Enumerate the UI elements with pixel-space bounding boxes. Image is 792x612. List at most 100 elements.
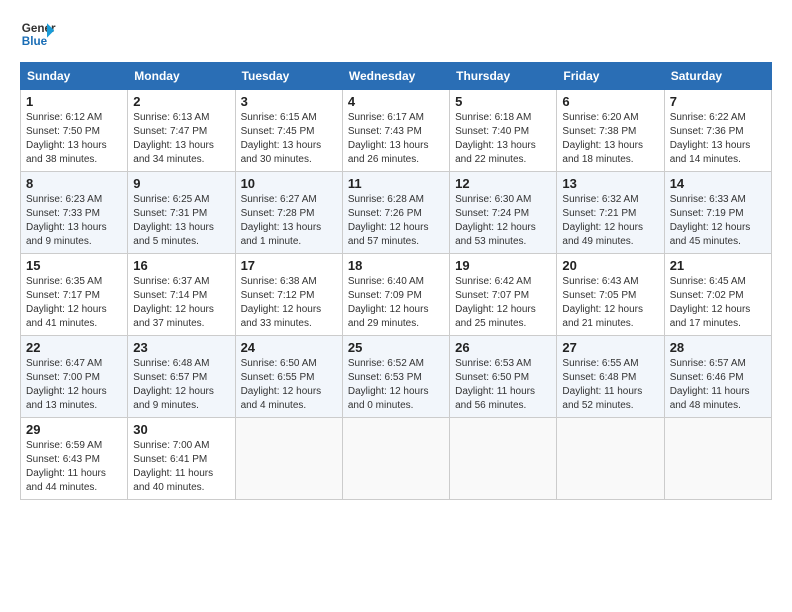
calendar-cell: 28 Sunrise: 6:57 AM Sunset: 6:46 PM Dayli… xyxy=(664,336,771,418)
weekday-sunday: Sunday xyxy=(21,63,128,90)
day-number: 2 xyxy=(133,94,229,109)
weekday-header-row: SundayMondayTuesdayWednesdayThursdayFrid… xyxy=(21,63,772,90)
calendar-cell: 19Sunrise: 6:42 AM Sunset: 7:07 PM Dayli… xyxy=(450,254,557,336)
day-info: Sunrise: 6:37 AM Sunset: 7:14 PM Dayligh… xyxy=(133,275,229,331)
day-info: Sunrise: 6:47 AM Sunset: 7:00 PM Dayligh… xyxy=(26,357,122,413)
day-info: Sunrise: 6:57 AM Sunset: 6:46 PM Dayligh… xyxy=(670,357,766,413)
calendar-cell: 13 Sunrise: 6:32 AM Sunset: 7:21 PM Dayli… xyxy=(557,172,664,254)
day-info: Sunrise: 6:25 AM Sunset: 7:31 PM Dayligh… xyxy=(133,193,229,249)
calendar-cell xyxy=(557,418,664,500)
day-number: 8 xyxy=(26,176,122,191)
calendar-cell: 12Sunrise: 6:30 AM Sunset: 7:24 PM Dayli… xyxy=(450,172,557,254)
day-number: 25 xyxy=(348,340,444,355)
calendar-week-2: 8 Sunrise: 6:23 AM Sunset: 7:33 PM Daylig… xyxy=(21,172,772,254)
day-number: 28 xyxy=(670,340,766,355)
page-header: General Blue xyxy=(20,16,772,52)
day-info: Sunrise: 6:38 AM Sunset: 7:12 PM Dayligh… xyxy=(241,275,337,331)
calendar-cell: 24 Sunrise: 6:50 AM Sunset: 6:55 PM Dayli… xyxy=(235,336,342,418)
day-info: Sunrise: 6:50 AM Sunset: 6:55 PM Dayligh… xyxy=(241,357,337,413)
calendar-week-3: 15 Sunrise: 6:35 AM Sunset: 7:17 PM Dayli… xyxy=(21,254,772,336)
day-info: Sunrise: 6:17 AM Sunset: 7:43 PM Dayligh… xyxy=(348,111,444,167)
weekday-monday: Monday xyxy=(128,63,235,90)
calendar-cell: 4 Sunrise: 6:17 AM Sunset: 7:43 PM Daylig… xyxy=(342,90,449,172)
calendar-cell: 25Sunrise: 6:52 AM Sunset: 6:53 PM Dayli… xyxy=(342,336,449,418)
calendar-cell: 20Sunrise: 6:43 AM Sunset: 7:05 PM Dayli… xyxy=(557,254,664,336)
day-info: Sunrise: 6:42 AM Sunset: 7:07 PM Dayligh… xyxy=(455,275,551,331)
calendar-cell: 22 Sunrise: 6:47 AM Sunset: 7:00 PM Dayli… xyxy=(21,336,128,418)
calendar-cell: 16 Sunrise: 6:37 AM Sunset: 7:14 PM Dayli… xyxy=(128,254,235,336)
day-number: 22 xyxy=(26,340,122,355)
day-number: 13 xyxy=(562,176,658,191)
day-info: Sunrise: 6:45 AM Sunset: 7:02 PM Dayligh… xyxy=(670,275,766,331)
day-info: Sunrise: 6:40 AM Sunset: 7:09 PM Dayligh… xyxy=(348,275,444,331)
calendar-cell xyxy=(342,418,449,500)
day-info: Sunrise: 6:48 AM Sunset: 6:57 PM Dayligh… xyxy=(133,357,229,413)
day-info: Sunrise: 6:13 AM Sunset: 7:47 PM Dayligh… xyxy=(133,111,229,167)
logo: General Blue xyxy=(20,16,56,52)
day-number: 23 xyxy=(133,340,229,355)
calendar-cell: 6 Sunrise: 6:20 AM Sunset: 7:38 PM Daylig… xyxy=(557,90,664,172)
weekday-friday: Friday xyxy=(557,63,664,90)
calendar-cell: 29 Sunrise: 6:59 AM Sunset: 6:43 PM Dayli… xyxy=(21,418,128,500)
day-number: 21 xyxy=(670,258,766,273)
calendar-table: SundayMondayTuesdayWednesdayThursdayFrid… xyxy=(20,62,772,500)
calendar-cell: 5Sunrise: 6:18 AM Sunset: 7:40 PM Daylig… xyxy=(450,90,557,172)
day-number: 10 xyxy=(241,176,337,191)
weekday-thursday: Thursday xyxy=(450,63,557,90)
day-number: 20 xyxy=(562,258,658,273)
logo-icon: General Blue xyxy=(20,16,56,52)
calendar-cell: 2 Sunrise: 6:13 AM Sunset: 7:47 PM Daylig… xyxy=(128,90,235,172)
day-number: 6 xyxy=(562,94,658,109)
weekday-wednesday: Wednesday xyxy=(342,63,449,90)
day-info: Sunrise: 7:00 AM Sunset: 6:41 PM Dayligh… xyxy=(133,439,229,495)
day-info: Sunrise: 6:23 AM Sunset: 7:33 PM Dayligh… xyxy=(26,193,122,249)
calendar-cell: 10 Sunrise: 6:27 AM Sunset: 7:28 PM Dayli… xyxy=(235,172,342,254)
day-number: 3 xyxy=(241,94,337,109)
day-number: 30 xyxy=(133,422,229,437)
calendar-cell xyxy=(235,418,342,500)
day-info: Sunrise: 6:53 AM Sunset: 6:50 PM Dayligh… xyxy=(455,357,551,413)
weekday-tuesday: Tuesday xyxy=(235,63,342,90)
calendar-week-5: 29 Sunrise: 6:59 AM Sunset: 6:43 PM Dayli… xyxy=(21,418,772,500)
day-number: 5 xyxy=(455,94,551,109)
calendar-cell xyxy=(664,418,771,500)
day-number: 27 xyxy=(562,340,658,355)
calendar-cell: 1 Sunrise: 6:12 AM Sunset: 7:50 PM Daylig… xyxy=(21,90,128,172)
calendar-cell: 27 Sunrise: 6:55 AM Sunset: 6:48 PM Dayli… xyxy=(557,336,664,418)
calendar-cell: 21 Sunrise: 6:45 AM Sunset: 7:02 PM Dayli… xyxy=(664,254,771,336)
calendar-body: 1 Sunrise: 6:12 AM Sunset: 7:50 PM Daylig… xyxy=(21,90,772,500)
day-info: Sunrise: 6:32 AM Sunset: 7:21 PM Dayligh… xyxy=(562,193,658,249)
calendar-cell: 17 Sunrise: 6:38 AM Sunset: 7:12 PM Dayli… xyxy=(235,254,342,336)
day-number: 15 xyxy=(26,258,122,273)
day-number: 17 xyxy=(241,258,337,273)
day-info: Sunrise: 6:22 AM Sunset: 7:36 PM Dayligh… xyxy=(670,111,766,167)
calendar-cell: 15 Sunrise: 6:35 AM Sunset: 7:17 PM Dayli… xyxy=(21,254,128,336)
day-number: 29 xyxy=(26,422,122,437)
day-info: Sunrise: 6:28 AM Sunset: 7:26 PM Dayligh… xyxy=(348,193,444,249)
day-info: Sunrise: 6:15 AM Sunset: 7:45 PM Dayligh… xyxy=(241,111,337,167)
calendar-cell: 3 Sunrise: 6:15 AM Sunset: 7:45 PM Daylig… xyxy=(235,90,342,172)
day-number: 7 xyxy=(670,94,766,109)
day-info: Sunrise: 6:27 AM Sunset: 7:28 PM Dayligh… xyxy=(241,193,337,249)
day-info: Sunrise: 6:59 AM Sunset: 6:43 PM Dayligh… xyxy=(26,439,122,495)
weekday-saturday: Saturday xyxy=(664,63,771,90)
calendar-cell: 8 Sunrise: 6:23 AM Sunset: 7:33 PM Daylig… xyxy=(21,172,128,254)
calendar-week-4: 22 Sunrise: 6:47 AM Sunset: 7:00 PM Dayli… xyxy=(21,336,772,418)
day-number: 4 xyxy=(348,94,444,109)
day-info: Sunrise: 6:20 AM Sunset: 7:38 PM Dayligh… xyxy=(562,111,658,167)
day-number: 12 xyxy=(455,176,551,191)
calendar-cell: 30 Sunrise: 7:00 AM Sunset: 6:41 PM Dayli… xyxy=(128,418,235,500)
calendar-cell: 26Sunrise: 6:53 AM Sunset: 6:50 PM Dayli… xyxy=(450,336,557,418)
day-number: 24 xyxy=(241,340,337,355)
day-number: 9 xyxy=(133,176,229,191)
day-info: Sunrise: 6:55 AM Sunset: 6:48 PM Dayligh… xyxy=(562,357,658,413)
day-info: Sunrise: 6:33 AM Sunset: 7:19 PM Dayligh… xyxy=(670,193,766,249)
calendar-week-1: 1 Sunrise: 6:12 AM Sunset: 7:50 PM Daylig… xyxy=(21,90,772,172)
day-number: 18 xyxy=(348,258,444,273)
day-info: Sunrise: 6:12 AM Sunset: 7:50 PM Dayligh… xyxy=(26,111,122,167)
calendar-cell xyxy=(450,418,557,500)
day-number: 16 xyxy=(133,258,229,273)
calendar-cell: 7 Sunrise: 6:22 AM Sunset: 7:36 PM Daylig… xyxy=(664,90,771,172)
day-info: Sunrise: 6:35 AM Sunset: 7:17 PM Dayligh… xyxy=(26,275,122,331)
day-number: 1 xyxy=(26,94,122,109)
